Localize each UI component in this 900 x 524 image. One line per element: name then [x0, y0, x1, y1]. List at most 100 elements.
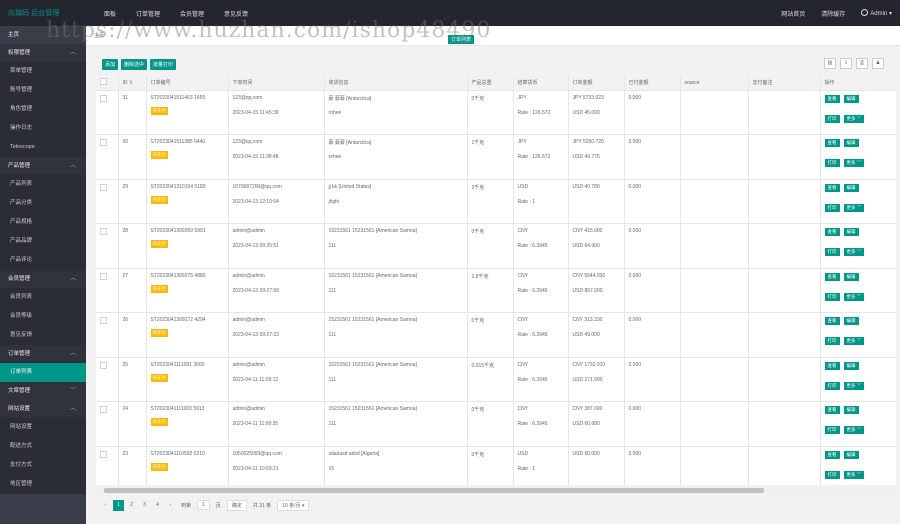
select-all-checkbox[interactable] [100, 78, 107, 86]
sidebar-item-product-brand[interactable]: 产品品牌 [0, 232, 86, 251]
header-checkbox[interactable] [96, 76, 119, 91]
print-icon[interactable]: ⎙ [856, 58, 868, 69]
prev-page-button[interactable]: ‹ [100, 500, 111, 511]
row-checkbox-cell[interactable] [96, 401, 119, 447]
row-checkbox-cell[interactable] [96, 268, 119, 313]
top-nav-feedback[interactable]: 意见反馈 [224, 9, 248, 18]
view-button[interactable]: 查看 [824, 317, 840, 325]
sidebar-item-logs[interactable]: 操作日志 [0, 119, 86, 138]
edit-button[interactable]: 编辑 [843, 406, 859, 414]
row-checkbox[interactable] [100, 361, 107, 369]
goto-page-input[interactable]: 1 [197, 500, 210, 510]
sidebar-group-products[interactable]: 产品管理 ︿ [0, 157, 86, 175]
view-button[interactable]: 查看 [824, 450, 840, 459]
sidebar-item-accounts[interactable]: 账号管理 [0, 81, 86, 100]
print-button[interactable]: 打印 [824, 381, 840, 390]
row-checkbox-cell[interactable] [96, 446, 119, 485]
view-button[interactable]: 查看 [824, 361, 840, 370]
page-4[interactable]: 4 [152, 500, 163, 511]
columns-icon[interactable]: ▥ [824, 58, 836, 69]
row-checkbox-cell[interactable] [96, 312, 119, 358]
user-filter-icon[interactable]: ♟ [872, 58, 884, 69]
goto-confirm-button[interactable]: 确定 [226, 499, 247, 511]
row-checkbox[interactable] [100, 317, 107, 324]
print-button[interactable]: 打印 [824, 426, 840, 434]
row-checkbox[interactable] [100, 139, 107, 146]
row-checkbox-cell[interactable] [96, 223, 119, 269]
row-checkbox[interactable] [100, 272, 107, 280]
row-checkbox-cell[interactable] [96, 179, 119, 224]
sidebar-item-shipping[interactable]: 配送方式 [0, 437, 86, 456]
row-checkbox[interactable] [100, 183, 107, 191]
print-button[interactable]: 打印 [824, 337, 840, 345]
sidebar-item-site-settings[interactable]: 网站设置 [0, 418, 86, 437]
print-button[interactable]: 打印 [824, 203, 840, 212]
row-checkbox[interactable] [100, 228, 107, 235]
sidebar-item-member-level[interactable]: 会员等级 [0, 307, 86, 326]
more-button[interactable]: 更多 ﹀ [843, 470, 865, 479]
sidebar-group-permissions[interactable]: 权限管理 ︿ [0, 44, 86, 62]
edit-button[interactable]: 编辑 [843, 450, 859, 459]
sidebar-group-members[interactable]: 会员管理 ︿ [0, 270, 86, 288]
clear-cache-link[interactable]: 清除缓存 [821, 9, 845, 18]
top-nav-dashboard[interactable]: 面板 [104, 9, 116, 18]
row-checkbox-cell[interactable] [96, 357, 119, 402]
sidebar-item-member-list[interactable]: 会员列表 [0, 288, 86, 307]
view-button[interactable]: 查看 [824, 139, 840, 147]
sidebar-item-product-spec[interactable]: 产品规格 [0, 213, 86, 232]
user-menu[interactable]: Admin ▾ [861, 9, 892, 17]
sidebar-item-feedback[interactable]: 意见反馈 [0, 326, 86, 345]
row-checkbox[interactable] [100, 450, 107, 458]
sidebar-item-menu[interactable]: 菜单管理 [0, 62, 86, 81]
edit-button[interactable]: 编辑 [843, 183, 859, 192]
page-2[interactable]: 2 [126, 500, 137, 511]
batch-print-button[interactable]: 批量打印 [150, 59, 177, 70]
site-home-link[interactable]: 网站首页 [781, 9, 805, 18]
more-button[interactable]: 更多 ﹀ [843, 114, 865, 123]
sidebar-group-orders[interactable]: 订单管理 ︿ [0, 345, 86, 363]
edit-button[interactable]: 编辑 [843, 361, 859, 370]
more-button[interactable]: 更多 ﹀ [843, 203, 865, 212]
more-button[interactable]: 更多 ﹀ [843, 426, 865, 434]
edit-button[interactable]: 编辑 [843, 139, 859, 147]
header-id[interactable]: ID ⇅ [118, 76, 147, 91]
top-nav-orders[interactable]: 订单管理 [136, 9, 160, 18]
more-button[interactable]: 更多 ﹀ [843, 381, 865, 390]
print-button[interactable]: 打印 [824, 248, 840, 256]
view-button[interactable]: 查看 [824, 406, 840, 414]
page-3[interactable]: 3 [139, 500, 150, 511]
sidebar-item-product-category[interactable]: 产品分类 [0, 194, 86, 213]
row-checkbox[interactable] [100, 406, 107, 413]
delete-selected-button[interactable]: 删除选中 [121, 59, 148, 70]
row-checkbox-cell[interactable] [96, 134, 119, 180]
view-button[interactable]: 查看 [824, 183, 840, 192]
row-checkbox-cell[interactable] [96, 90, 119, 135]
more-button[interactable]: 更多 ﹀ [843, 159, 865, 167]
sort-icon[interactable]: ⇅ [129, 80, 133, 86]
row-checkbox[interactable] [100, 94, 107, 102]
sidebar-group-articles[interactable]: 文章管理 ﹀ [0, 382, 86, 400]
view-button[interactable]: 查看 [824, 94, 840, 103]
more-button[interactable]: 更多 ﹀ [843, 248, 865, 256]
page-1[interactable]: 1 [113, 499, 124, 511]
view-button[interactable]: 查看 [824, 228, 840, 236]
sidebar-group-settings[interactable]: 网站设置 ︿ [0, 400, 86, 418]
app-logo[interactable]: 向瑞码·后台管理 [0, 8, 86, 18]
edit-button[interactable]: 编辑 [843, 228, 859, 236]
sidebar-item-order-list[interactable]: 订单列表 [0, 363, 86, 382]
more-button[interactable]: 更多 ﹀ [843, 292, 865, 301]
horizontal-scrollbar[interactable] [96, 487, 896, 494]
sidebar-item-payment[interactable]: 支付方式 [0, 456, 86, 475]
view-button[interactable]: 查看 [824, 272, 840, 281]
print-button[interactable]: 打印 [824, 114, 840, 123]
per-page-select[interactable]: 10 条/页 ▾ [277, 499, 310, 511]
scrollbar-thumb[interactable] [104, 488, 764, 493]
sidebar-item-telescope[interactable]: Telescope [0, 138, 86, 157]
next-page-button[interactable]: › [165, 500, 176, 511]
sidebar-item-region[interactable]: 地区管理 [0, 475, 86, 494]
print-button[interactable]: 打印 [824, 159, 840, 167]
more-button[interactable]: 更多 ﹀ [843, 337, 865, 345]
sidebar-item-product-review[interactable]: 产品评论 [0, 251, 86, 270]
edit-button[interactable]: 编辑 [843, 94, 859, 103]
edit-button[interactable]: 编辑 [843, 272, 859, 281]
